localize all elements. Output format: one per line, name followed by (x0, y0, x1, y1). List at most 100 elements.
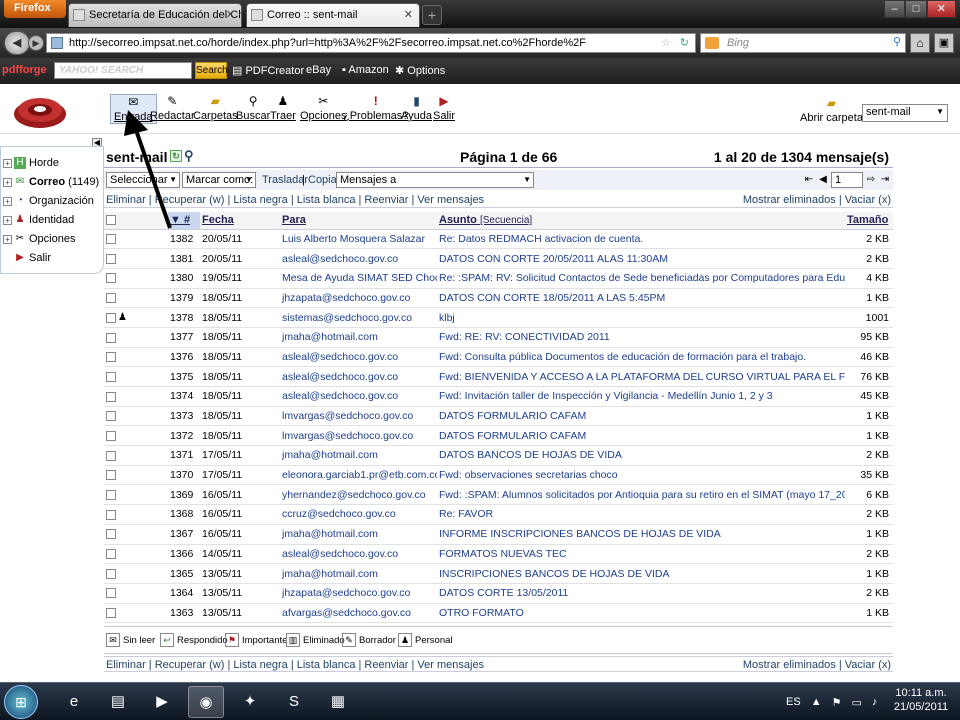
internet-explorer-icon[interactable]: e (56, 686, 92, 718)
row-checkbox[interactable] (106, 332, 116, 343)
message-subject[interactable]: OTRO FORMATO (437, 603, 845, 624)
table-row[interactable]: 1380 19/05/11 Mesa de Ayuda SIMAT SED Choc… (104, 268, 893, 289)
row-checkbox[interactable] (106, 529, 116, 540)
row-select[interactable] (104, 248, 168, 269)
expand-icon[interactable]: + (3, 158, 12, 168)
sidebar-item-organizacion[interactable]: + ◔ Organización (3, 192, 94, 210)
message-subject[interactable]: Re: Datos REDMACH activacion de cuenta. (437, 229, 845, 250)
table-row[interactable]: 1382 20/05/11 Luis Alberto Mosquera Salaza… (104, 229, 893, 250)
search-box[interactable]: Bing ⚲ (700, 33, 906, 53)
compose-button[interactable]: ✎ Redactar (150, 94, 195, 122)
message-subject[interactable]: Fwd: BIENVENIDA Y ACCESO A LA PLATAFORMA… (437, 366, 845, 387)
message-subject[interactable]: DATOS BANCOS DE HOJAS DE VIDA (437, 445, 845, 466)
row-select[interactable] (104, 386, 168, 407)
row-checkbox[interactable] (106, 371, 116, 382)
message-subject[interactable]: Fwd: RE: RV: CONECTIVIDAD 2011 (437, 327, 845, 348)
ebay-button[interactable]: eBay (306, 64, 331, 76)
search-icon[interactable]: ⚲ (893, 35, 901, 48)
firefox-menu-button[interactable]: Firefox (4, 0, 66, 18)
show-hidden-icons[interactable]: ▲ (811, 696, 822, 708)
tab-secretaria[interactable]: Secretaría de Educación del Chocó ✕ (68, 3, 242, 27)
select-all-checkbox[interactable] (106, 215, 116, 226)
message-recipient[interactable]: asleal@sedchoco.gov.co (280, 366, 437, 387)
row-select[interactable] (104, 445, 168, 466)
sidebar-item-salir[interactable]: ▶ Salir (3, 249, 51, 267)
skype-icon[interactable]: S (276, 686, 312, 718)
row-select[interactable] (104, 347, 168, 368)
search-icon[interactable]: ⚲ (184, 148, 194, 164)
bookmark-star-icon[interactable]: ☆ (661, 36, 671, 49)
addon-icon[interactable]: ▣ (934, 33, 954, 53)
message-recipient[interactable]: Luis Alberto Mosquera Salazar (280, 229, 437, 250)
message-subject[interactable]: Fwd: observaciones secretarias choco (437, 465, 845, 486)
table-row[interactable]: 1379 18/05/11 jhzapata@sedchoco.gov.co DATO… (104, 288, 893, 309)
close-tab-icon[interactable]: ✕ (404, 8, 413, 21)
table-row[interactable]: 1363 13/05/11 afvargas@sedchoco.gov.co OTRO… (104, 603, 893, 624)
sidebar-item-opciones[interactable]: + ✂ Opciones (3, 230, 75, 248)
message-subject[interactable]: INFORME INSCRIPCIONES BANCOS DE HOJAS DE… (437, 524, 845, 545)
new-tab-button[interactable]: + (422, 5, 442, 25)
row-checkbox[interactable] (106, 509, 116, 520)
table-row[interactable]: 1368 16/05/11 ccruz@sedchoco.gov.co Re: FAV… (104, 504, 893, 525)
row-select[interactable] (104, 425, 168, 447)
media-player-icon[interactable]: ▶ (144, 686, 180, 718)
forward-button[interactable]: ▶ (28, 35, 44, 51)
column-to[interactable]: Para (280, 212, 437, 230)
fetch-button[interactable]: ♟ Traer (270, 94, 296, 122)
row-select[interactable] (104, 524, 168, 545)
pdfcreator-button[interactable]: ▤ PDFCreator (232, 64, 304, 77)
open-folder-button[interactable]: ▰ Abrir carpeta (800, 96, 863, 124)
row-checkbox[interactable] (106, 490, 116, 500)
close-tab-icon[interactable]: ✕ (226, 8, 235, 21)
message-subject[interactable]: DATOS CORTE 13/05/2011 (437, 583, 845, 604)
table-row[interactable]: 1366 14/05/11 asleal@sedchoco.gov.co FORMAT… (104, 544, 893, 565)
row-select[interactable] (104, 603, 168, 624)
message-recipient[interactable]: afvargas@sedchoco.gov.co (280, 603, 437, 624)
column-size[interactable]: Tamaño (845, 212, 893, 230)
message-subject[interactable]: Fwd: Invitación taller de Inspección y V… (437, 386, 845, 407)
row-checkbox[interactable] (106, 450, 116, 461)
options-button[interactable]: ✱ Options (395, 64, 445, 77)
table-row[interactable]: 1372 18/05/11 lmvargas@sedchoco.gov.co DATO… (104, 425, 893, 447)
firefox-icon[interactable]: ◉ (188, 686, 224, 718)
amazon-button[interactable]: ▪ Amazon (342, 64, 389, 76)
yahoo-search-input[interactable]: YAHOO! SEARCH (54, 62, 192, 79)
row-checkbox[interactable] (106, 234, 116, 245)
message-recipient[interactable]: sistemas@sedchoco.gov.co (280, 307, 437, 328)
row-select[interactable]: ♟ (104, 307, 168, 328)
expand-icon[interactable]: + (3, 215, 12, 225)
maximize-icon[interactable]: □ (905, 0, 927, 18)
search-button[interactable]: ⚲ Buscar (236, 94, 270, 122)
message-recipient[interactable]: asleal@sedchoco.gov.co (280, 347, 437, 368)
office-app-icon[interactable]: ▦ (320, 686, 356, 718)
select-dropdown[interactable]: Seleccionar ▼ (106, 172, 180, 188)
message-subject[interactable]: Re: FAVOR (437, 504, 845, 525)
row-checkbox[interactable] (106, 312, 116, 323)
expand-icon[interactable]: + (3, 177, 12, 187)
message-action-links[interactable]: Eliminar | Recuperar (w) | Lista negra |… (106, 659, 484, 671)
column-date[interactable]: Fecha (200, 212, 280, 230)
home-button[interactable]: ⌂ (910, 33, 930, 53)
table-row[interactable]: 1364 13/05/11 jhzapata@sedchoco.gov.co DATO… (104, 583, 893, 604)
sidebar-item-correo[interactable]: + ✉ Correo (1149) (3, 173, 99, 191)
row-checkbox[interactable] (106, 549, 116, 560)
address-bar[interactable]: http://secorreo.impsat.net.co/horde/inde… (46, 33, 696, 53)
column-number[interactable]: ▼ # (168, 212, 200, 230)
message-recipient[interactable]: eleonora.garciab1.pr@etb.com.co (280, 465, 437, 486)
message-action-links[interactable]: Eliminar | Recuperar (w) | Lista negra |… (106, 194, 484, 206)
folders-button[interactable]: ▰ Carpetas (193, 94, 238, 122)
back-button[interactable]: ◀ (4, 31, 30, 55)
row-checkbox[interactable] (106, 293, 116, 304)
message-recipient[interactable]: jmaha@hotmail.com (280, 327, 437, 348)
row-checkbox[interactable] (106, 273, 116, 284)
language-indicator[interactable]: ES (786, 696, 801, 708)
row-select[interactable] (104, 484, 168, 506)
row-select[interactable] (104, 366, 168, 387)
close-window-icon[interactable]: ✕ (926, 0, 956, 18)
row-checkbox[interactable] (106, 411, 116, 422)
table-row[interactable]: 1377 18/05/11 jmaha@hotmail.com Fwd: RE: RV… (104, 327, 893, 348)
table-row[interactable]: 1371 17/05/11 jmaha@hotmail.com DATOS BANCO… (104, 445, 893, 466)
row-select[interactable] (104, 229, 168, 250)
message-subject[interactable]: DATOS CON CORTE 20/05/2011 ALAS 11:30AM (437, 248, 845, 269)
row-checkbox[interactable] (106, 253, 116, 264)
